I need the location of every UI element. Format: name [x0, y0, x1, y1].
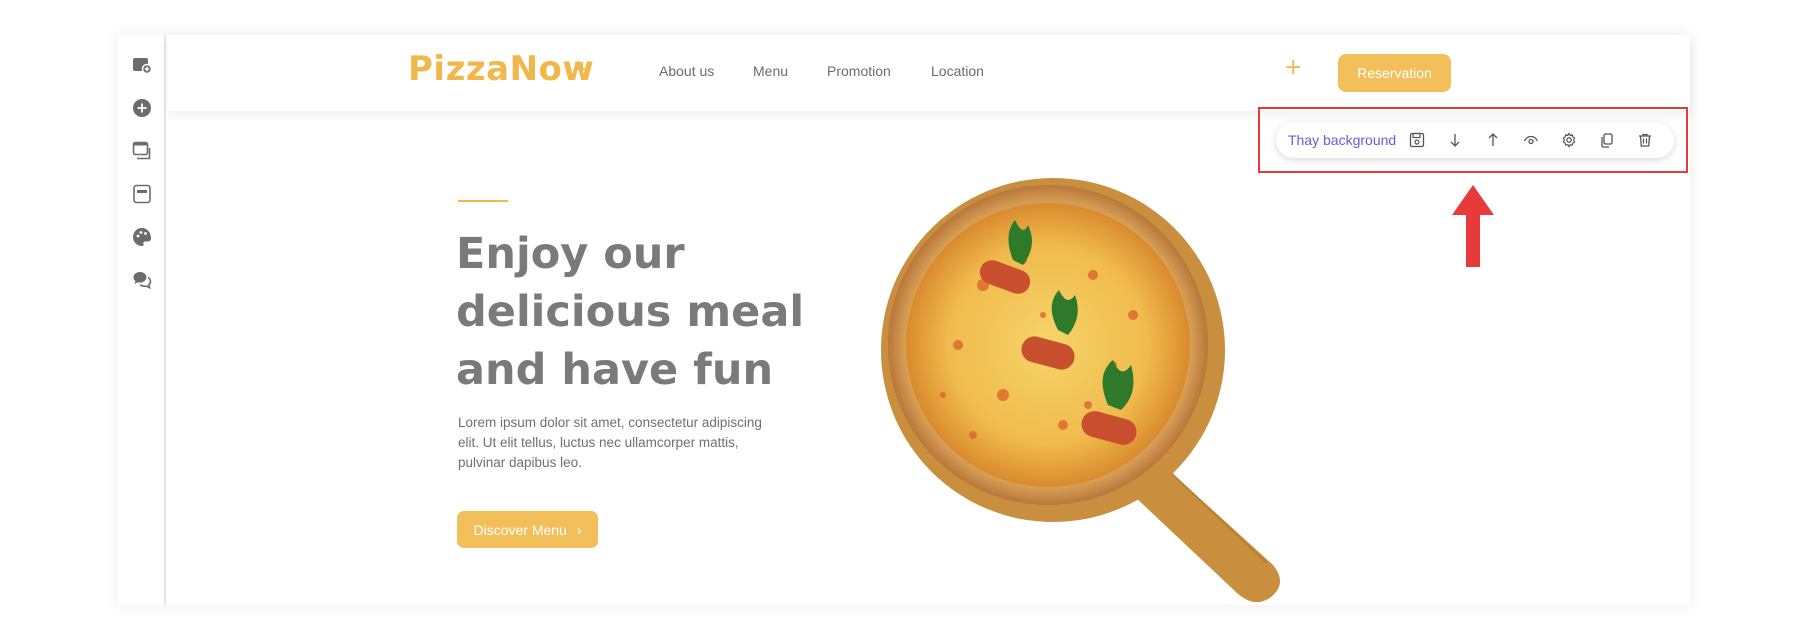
headline-line: Enjoy our	[456, 229, 685, 279]
editor-canvas: PizzaNow + About us Menu Promotion Locat…	[118, 35, 1690, 605]
site-header: PizzaNow + About us Menu Promotion Locat…	[168, 35, 1690, 111]
palette-icon[interactable]	[130, 225, 154, 249]
reservation-button[interactable]: Reservation	[1338, 54, 1451, 92]
hero-headline: Enjoy our delicious meal and have fun	[456, 225, 816, 399]
add-element-icon[interactable]: +	[573, 57, 591, 82]
trash-icon[interactable]	[1636, 131, 1654, 149]
left-rail	[118, 35, 166, 605]
windows-icon[interactable]	[130, 139, 154, 163]
change-background-button[interactable]: Thay background	[1288, 132, 1396, 148]
add-image-icon[interactable]	[130, 53, 154, 77]
discover-menu-button[interactable]: Discover Menu ›	[457, 511, 598, 548]
section-toolbar: Thay background	[1276, 122, 1674, 158]
chevron-right-icon: ›	[576, 521, 582, 538]
nav-location[interactable]: Location	[931, 63, 984, 79]
gear-icon[interactable]	[1560, 131, 1578, 149]
cta-label: Discover Menu	[473, 521, 567, 538]
eye-icon[interactable]	[1522, 131, 1540, 149]
nav-menu[interactable]: Menu	[753, 63, 788, 79]
pizza-image	[881, 178, 1281, 603]
accent-line	[458, 200, 508, 202]
nav-promotion[interactable]: Promotion	[827, 63, 891, 79]
annotation-arrow-icon	[1452, 185, 1494, 267]
headline-line: and have fun	[456, 345, 774, 395]
add-element-icon[interactable]: +	[1284, 55, 1302, 80]
chat-icon[interactable]	[130, 268, 154, 292]
nav-about-us[interactable]: About us	[659, 63, 714, 79]
save-icon[interactable]	[1408, 131, 1426, 149]
site-logo[interactable]: PizzaNow	[408, 49, 594, 89]
copy-icon[interactable]	[1598, 131, 1616, 149]
arrow-down-icon[interactable]	[1446, 131, 1464, 149]
layout-icon[interactable]	[130, 182, 154, 206]
arrow-up-icon[interactable]	[1484, 131, 1502, 149]
hero-description: Lorem ipsum dolor sit amet, consectetur …	[458, 415, 762, 470]
add-circle-icon[interactable]	[130, 96, 154, 120]
headline-line: delicious meal	[456, 287, 805, 337]
